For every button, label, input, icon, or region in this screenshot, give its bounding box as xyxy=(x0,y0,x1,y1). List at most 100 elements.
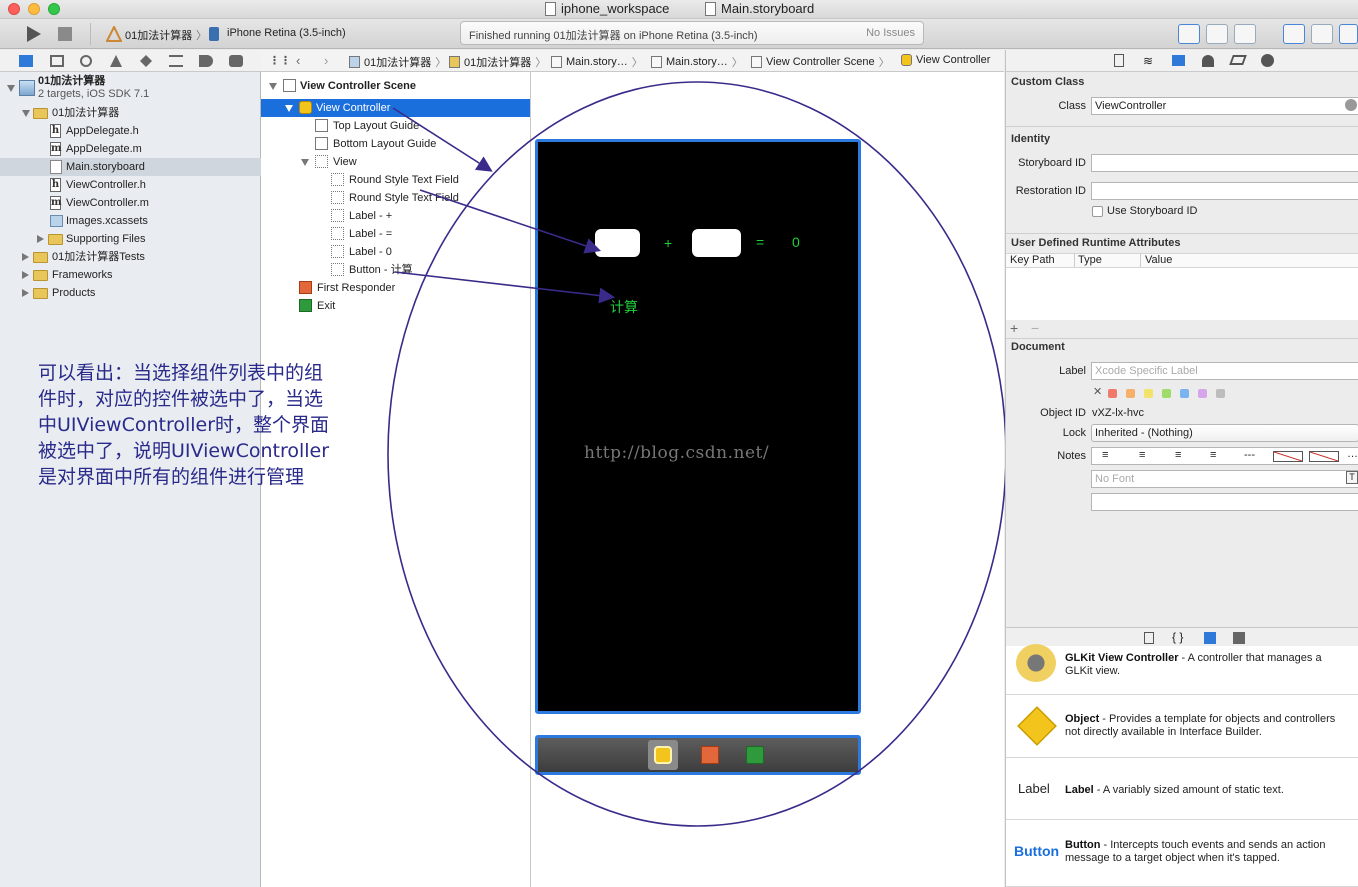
disclosure-closed-icon[interactable] xyxy=(22,271,29,279)
group-row[interactable]: Supporting Files xyxy=(0,230,261,248)
clear-color-icon[interactable]: ✕ xyxy=(1093,385,1102,398)
attributes-inspector-icon[interactable] xyxy=(1202,55,1214,67)
size-inspector-icon[interactable] xyxy=(1229,55,1247,65)
no-color-swatch-icon[interactable] xyxy=(1273,451,1303,462)
gray-label-swatch[interactable] xyxy=(1216,389,1225,398)
object-library-icon[interactable] xyxy=(1204,632,1216,644)
red-label-swatch[interactable] xyxy=(1108,389,1117,398)
jump-item[interactable]: 01加法计算器〉 xyxy=(449,54,546,70)
yellow-label-swatch[interactable] xyxy=(1144,389,1153,398)
version-editor-icon[interactable] xyxy=(1234,24,1256,44)
dash-icon[interactable]: --- xyxy=(1244,449,1255,461)
disclosure-open-icon[interactable] xyxy=(301,159,309,166)
class-field[interactable]: ViewController xyxy=(1091,97,1358,115)
log-navigator-icon[interactable] xyxy=(229,55,243,67)
use-storyboard-id-checkbox[interactable] xyxy=(1092,206,1103,217)
scene-row[interactable]: View Controller Scene xyxy=(261,77,530,95)
plus-label[interactable]: + xyxy=(664,235,672,251)
back-icon[interactable]: ‹ xyxy=(296,53,300,68)
outline-row[interactable]: Label - 0 xyxy=(261,243,530,261)
group-row[interactable]: Frameworks xyxy=(0,266,261,284)
view-controller-icon[interactable] xyxy=(654,746,672,764)
assistant-editor-icon[interactable] xyxy=(1206,24,1228,44)
purple-label-swatch[interactable] xyxy=(1198,389,1207,398)
connections-inspector-icon[interactable] xyxy=(1261,54,1274,67)
close-window-button[interactable] xyxy=(8,3,20,15)
column-header[interactable]: Key Path xyxy=(1010,254,1055,266)
project-navigator-icon[interactable] xyxy=(19,55,33,67)
stop-icon[interactable] xyxy=(58,27,72,41)
issue-navigator-icon[interactable] xyxy=(109,54,123,68)
result-label[interactable]: 0 xyxy=(792,234,800,250)
symbol-navigator-icon[interactable] xyxy=(50,55,64,67)
library-item[interactable]: Button Button - Intercepts touch events … xyxy=(1006,820,1358,887)
blue-label-swatch[interactable] xyxy=(1180,389,1189,398)
forward-icon[interactable]: › xyxy=(324,53,328,68)
toggle-utilities-icon[interactable] xyxy=(1339,24,1358,44)
outline-row[interactable]: View xyxy=(261,153,530,171)
code-snippet-library-icon[interactable]: { } xyxy=(1172,630,1183,644)
no-background-swatch-icon[interactable] xyxy=(1309,451,1339,462)
align-left-icon[interactable]: ≡ xyxy=(1102,449,1108,461)
jump-item[interactable]: View Controller Scene 〉 xyxy=(751,54,890,70)
font-picker-icon[interactable]: T xyxy=(1346,471,1358,484)
media-library-icon[interactable] xyxy=(1233,632,1245,644)
test-navigator-icon[interactable] xyxy=(139,54,153,68)
quick-help-icon[interactable]: ≋ xyxy=(1143,54,1153,68)
lock-select[interactable]: Inherited - (Nothing) xyxy=(1091,424,1358,442)
group-row[interactable]: 01加法计算器Tests xyxy=(0,248,261,266)
add-attribute-icon[interactable]: + xyxy=(1010,320,1018,336)
runtime-attributes-table[interactable] xyxy=(1006,268,1358,320)
minimize-window-button[interactable] xyxy=(28,3,40,15)
device-label[interactable]: iPhone Retina (3.5-inch) xyxy=(227,27,346,39)
first-responder-icon[interactable] xyxy=(701,746,719,764)
align-center-icon[interactable]: ≡ xyxy=(1139,449,1145,461)
storyboard-tab[interactable]: Main.storyboard xyxy=(705,1,814,16)
library-item[interactable]: Label Label - A variably sized amount of… xyxy=(1006,758,1358,820)
disclosure-open-icon[interactable] xyxy=(7,85,15,92)
view-controller-row-selected[interactable]: View Controller xyxy=(261,99,530,117)
align-right-icon[interactable]: ≡ xyxy=(1175,449,1181,461)
disclosure-open-icon[interactable] xyxy=(22,110,30,117)
related-items-icon[interactable]: ⋮⋮ xyxy=(269,54,291,67)
font-field[interactable]: No Font xyxy=(1091,470,1358,488)
jump-item[interactable]: Main.story… 〉 xyxy=(651,54,743,70)
exit-icon[interactable] xyxy=(746,746,764,764)
find-navigator-icon[interactable] xyxy=(80,55,92,67)
debug-navigator-icon[interactable] xyxy=(169,55,183,67)
file-row[interactable]: m ViewController.m xyxy=(0,194,261,212)
column-header[interactable]: Type xyxy=(1078,254,1102,266)
jump-item[interactable]: Main.story… 〉 xyxy=(551,54,643,70)
disclosure-closed-icon[interactable] xyxy=(22,253,29,261)
go-to-class-icon[interactable] xyxy=(1345,99,1357,111)
identity-inspector-icon[interactable] xyxy=(1172,55,1185,66)
calculate-button[interactable]: 计算 xyxy=(610,297,638,317)
outline-row[interactable]: Round Style Text Field xyxy=(261,171,530,189)
green-label-swatch[interactable] xyxy=(1162,389,1171,398)
outline-row[interactable]: Exit xyxy=(261,297,530,315)
outline-row[interactable]: Label - + xyxy=(261,207,530,225)
text-field-2[interactable] xyxy=(692,229,741,257)
doc-label-field[interactable]: Xcode Specific Label xyxy=(1091,362,1358,380)
column-header[interactable]: Value xyxy=(1145,254,1172,266)
restoration-id-field[interactable] xyxy=(1091,182,1358,200)
equals-label[interactable]: = xyxy=(756,234,764,250)
justify-icon[interactable]: ≡ xyxy=(1210,449,1216,461)
disclosure-open-icon[interactable] xyxy=(285,105,293,112)
workspace-tab[interactable]: iphone_workspace xyxy=(545,1,669,16)
file-inspector-icon[interactable] xyxy=(1114,54,1124,67)
file-row[interactable]: Images.xcassets xyxy=(0,212,261,230)
group-row[interactable]: Products xyxy=(0,284,261,302)
file-row[interactable]: h AppDelegate.h xyxy=(0,122,261,140)
zoom-window-button[interactable] xyxy=(48,3,60,15)
notes-text-area[interactable] xyxy=(1091,493,1358,511)
outline-row[interactable]: Round Style Text Field xyxy=(261,189,530,207)
breakpoint-navigator-icon[interactable] xyxy=(199,55,213,67)
file-template-library-icon[interactable] xyxy=(1144,632,1154,644)
storyboard-id-field[interactable] xyxy=(1091,154,1358,172)
outline-row[interactable]: Button - 计算 xyxy=(261,261,530,279)
more-icon[interactable]: … xyxy=(1347,448,1358,460)
outline-row[interactable]: Label - = xyxy=(261,225,530,243)
jump-item[interactable]: 01加法计算器〉 xyxy=(349,54,446,70)
disclosure-open-icon[interactable] xyxy=(269,83,277,90)
